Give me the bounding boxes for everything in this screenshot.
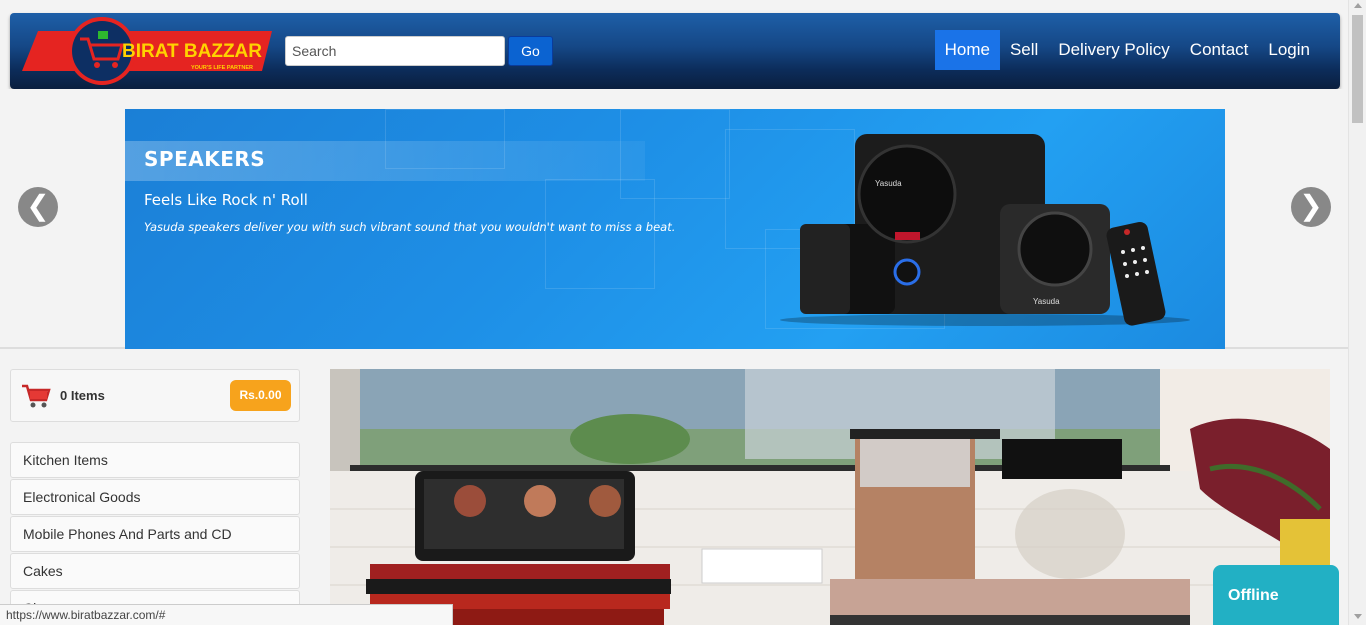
category-kitchen-items[interactable]: Kitchen Items	[10, 442, 300, 478]
carousel-next-button[interactable]: ❯	[1291, 187, 1331, 227]
nav-delivery-policy[interactable]: Delivery Policy	[1048, 30, 1179, 70]
cart-summary[interactable]: 0 Items Rs.0.00	[10, 369, 300, 422]
category-list: Kitchen Items Electronical Goods Mobile …	[10, 442, 300, 625]
nav-home[interactable]: Home	[934, 30, 1000, 70]
featured-product-image[interactable]	[330, 369, 1330, 625]
brand-name: BIRAT BAZZAR	[122, 41, 262, 62]
carousel-prev-button[interactable]: ❮	[18, 187, 58, 227]
category-mobile-phones[interactable]: Mobile Phones And Parts and CD	[10, 516, 300, 552]
page-scrollbar[interactable]	[1348, 0, 1366, 625]
category-cakes[interactable]: Cakes	[10, 553, 300, 589]
slide-title: SPEAKERS	[144, 147, 266, 171]
speaker-product-image: Yasuda Yasuda	[780, 134, 1190, 326]
scroll-thumb[interactable]	[1352, 15, 1363, 123]
slide-subtitle: Feels Like Rock n' Roll	[144, 191, 308, 209]
top-navbar: BIRAT BAZZAR YOUR'S LIFE PARTNER Go Home…	[10, 13, 1340, 89]
product-brand: Yasuda	[875, 179, 902, 188]
cart-item-count: 0 Items	[60, 388, 105, 403]
product-brand-2: Yasuda	[1033, 297, 1060, 306]
slide-description: Yasuda speakers deliver you with such vi…	[144, 220, 676, 234]
nav-login[interactable]: Login	[1258, 30, 1320, 70]
scroll-down-arrow-icon[interactable]	[1354, 614, 1362, 619]
category-electronical-goods[interactable]: Electronical Goods	[10, 479, 300, 515]
nav-sell[interactable]: Sell	[1000, 30, 1048, 70]
shopping-cart-icon	[21, 382, 51, 415]
site-logo[interactable]: BIRAT BAZZAR YOUR'S LIFE PARTNER	[22, 15, 274, 87]
search-input[interactable]	[285, 36, 505, 66]
go-button[interactable]: Go	[508, 36, 553, 66]
main-nav: Home Sell Delivery Policy Contact Login	[934, 30, 1320, 70]
brand-tagline: YOUR'S LIFE PARTNER	[191, 65, 253, 71]
browser-status-bar: https://www.biratbazzar.com/#	[0, 604, 453, 625]
chat-offline-widget[interactable]: Offline	[1213, 565, 1339, 625]
banner-carousel: SPEAKERS Feels Like Rock n' Roll Yasuda …	[0, 89, 1348, 349]
cart-total-badge[interactable]: Rs.0.00	[230, 380, 291, 411]
nav-contact[interactable]: Contact	[1180, 30, 1259, 70]
carousel-slide[interactable]: SPEAKERS Feels Like Rock n' Roll Yasuda …	[125, 109, 1225, 349]
scroll-up-arrow-icon[interactable]	[1354, 3, 1362, 8]
